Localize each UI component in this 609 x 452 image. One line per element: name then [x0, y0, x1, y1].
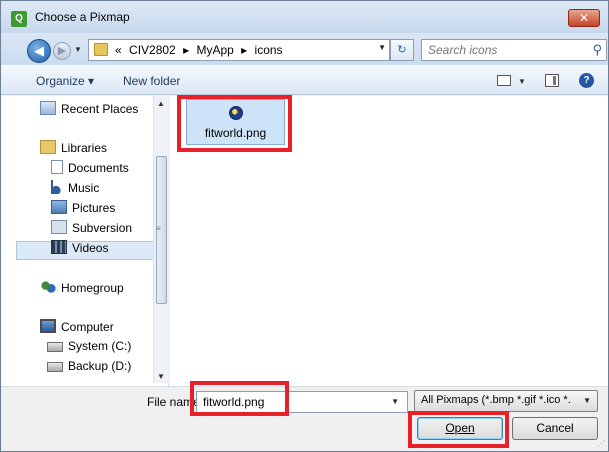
highlight-box-filename — [190, 381, 289, 416]
scroll-up-arrow-icon[interactable]: ▲ — [157, 99, 165, 108]
refresh-button[interactable]: ↻ — [390, 39, 414, 61]
recent-locations-dropdown[interactable]: ▼ — [74, 45, 82, 54]
refresh-icon: ↻ — [397, 44, 407, 56]
nav-item-pictures[interactable]: Pictures — [51, 200, 115, 215]
videos-icon — [51, 240, 67, 254]
window-title: Choose a Pixmap — [35, 10, 130, 24]
help-icon[interactable]: ? — [579, 73, 594, 88]
drive-icon — [47, 342, 63, 352]
nav-item-videos[interactable]: Videos — [51, 240, 108, 255]
breadcrumb: « CIV2802 ▸ MyApp ▸ icons — [115, 43, 287, 57]
breadcrumb-item-myapp[interactable]: MyApp — [196, 43, 233, 57]
filter-dropdown-icon: ▼ — [583, 396, 591, 405]
highlight-box-open — [408, 411, 509, 448]
forward-arrow-icon: ▶ — [57, 45, 67, 57]
recent-places-icon — [40, 101, 56, 115]
nav-item-label: Music — [68, 181, 100, 195]
resize-grip-icon[interactable]: ⋰ — [597, 439, 605, 448]
search-box[interactable]: ⚲ — [421, 39, 607, 61]
title-bar: Q Choose a Pixmap ✕ — [1, 1, 608, 33]
file-dialog-window: Q Choose a Pixmap ✕ ◀ ▶ ▼ « CIV2802 ▸ My… — [0, 0, 609, 452]
preview-pane-icon[interactable] — [545, 74, 559, 87]
drive-icon — [47, 362, 63, 372]
search-icon[interactable]: ⚲ — [592, 42, 602, 58]
breadcrumb-item-civ2802[interactable]: CIV2802 — [129, 43, 176, 57]
breadcrumb-overflow[interactable]: « — [115, 43, 122, 57]
view-options-dropdown-icon[interactable]: ▼ — [518, 77, 526, 86]
close-button[interactable]: ✕ — [568, 9, 600, 27]
scroll-down-arrow-icon[interactable]: ▼ — [157, 372, 165, 381]
libraries-icon — [40, 140, 56, 154]
cancel-button[interactable]: Cancel — [512, 417, 598, 440]
search-input[interactable] — [428, 43, 578, 57]
nav-item-label: System (C:) — [68, 339, 132, 353]
nav-item-homegroup[interactable]: Homegroup — [40, 280, 124, 295]
nav-item-recent-places[interactable]: Recent Places — [40, 101, 138, 116]
address-dropdown-icon[interactable]: ▼ — [378, 43, 386, 52]
folder-icon — [94, 43, 108, 56]
address-bar[interactable]: « CIV2802 ▸ MyApp ▸ icons ▼ — [88, 39, 390, 61]
nav-item-documents[interactable]: Documents — [51, 160, 129, 175]
change-view-icon[interactable] — [497, 75, 511, 86]
breadcrumb-separator[interactable]: ▸ — [241, 43, 247, 57]
new-folder-button[interactable]: New folder — [123, 74, 180, 88]
nav-item-label: Pictures — [72, 201, 116, 215]
breadcrumb-item-icons[interactable]: icons — [255, 43, 283, 57]
computer-icon — [40, 319, 56, 333]
back-arrow-icon: ◀ — [34, 43, 44, 58]
nav-item-label: Recent Places — [61, 102, 139, 116]
nav-item-label: Libraries — [61, 141, 108, 155]
organize-button[interactable]: Organize ▾ — [36, 74, 94, 88]
file-type-filter-value: All Pixmaps (*.bmp *.gif *.ico *. — [421, 394, 571, 406]
nav-item-computer[interactable]: Computer — [40, 319, 114, 334]
pictures-icon — [51, 200, 67, 214]
nav-item-label: Videos — [72, 241, 109, 255]
homegroup-icon — [40, 280, 56, 294]
forward-button[interactable]: ▶ — [53, 42, 71, 60]
nav-item-music[interactable]: Music — [51, 180, 99, 195]
music-icon — [51, 180, 63, 194]
nav-item-backup-d[interactable]: Backup (D:) — [47, 359, 131, 373]
file-name-dropdown-icon[interactable]: ▼ — [391, 397, 399, 406]
nav-item-label: Computer — [61, 320, 114, 334]
back-button[interactable]: ◀ — [27, 39, 51, 63]
nav-item-label: Homegroup — [61, 281, 124, 295]
nav-item-label: Subversion — [72, 221, 133, 235]
subversion-icon — [51, 220, 67, 234]
documents-icon — [51, 160, 63, 174]
app-icon: Q — [11, 11, 27, 27]
breadcrumb-separator[interactable]: ▸ — [183, 43, 189, 57]
nav-item-label: Documents — [68, 161, 129, 175]
highlight-box-file — [177, 95, 292, 152]
nav-pane-scrollbar[interactable]: ▲ ≡ ▼ — [153, 96, 169, 383]
nav-item-libraries[interactable]: Libraries — [40, 140, 107, 155]
nav-item-system-c[interactable]: System (C:) — [47, 339, 131, 353]
nav-item-label: Backup (D:) — [68, 359, 132, 373]
nav-item-subversion[interactable]: Subversion — [51, 220, 132, 235]
scrollbar-grip-icon: ≡ — [156, 224, 161, 233]
file-type-filter-select[interactable]: All Pixmaps (*.bmp *.gif *.ico *. ▼ — [414, 390, 598, 412]
